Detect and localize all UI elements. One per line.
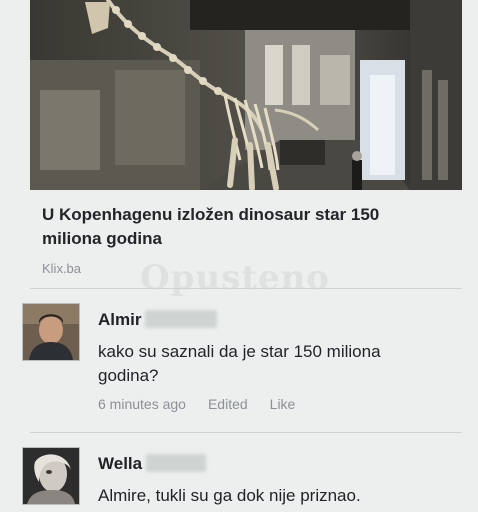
link-preview-image[interactable]	[30, 0, 462, 190]
person-photo-icon	[23, 448, 79, 504]
link-preview-source[interactable]: Klix.ba	[42, 261, 81, 276]
comment-meta: 6 minutes ago Edited Like	[98, 396, 317, 412]
like-button[interactable]: Like	[270, 396, 296, 412]
comment-author-first-name[interactable]: Wella	[98, 454, 142, 473]
person-photo-icon	[23, 304, 79, 360]
comment-author-name[interactable]: Wella	[98, 454, 207, 474]
link-preview-title[interactable]: U Kopenhagenu izložen dinosaur star 150 …	[42, 203, 442, 251]
comment-text: Almire, tukli su ga dok nije priznao.	[98, 486, 361, 505]
blurred-surname	[145, 310, 218, 328]
comment-text: kako su saznali da je star 150 miliona g…	[98, 342, 381, 385]
comment-author-first-name[interactable]: Almir	[98, 310, 141, 329]
blurred-surname	[146, 454, 207, 472]
watermark-logo: Opusteno	[140, 258, 330, 298]
avatar[interactable]	[22, 447, 80, 505]
avatar[interactable]	[22, 303, 80, 361]
post-divider	[30, 288, 462, 289]
dinosaur-museum-photo	[30, 0, 462, 190]
comment-divider	[30, 432, 462, 433]
comment-timestamp[interactable]: 6 minutes ago	[98, 396, 186, 412]
facebook-post-frame: U Kopenhagenu izložen dinosaur star 150 …	[0, 0, 478, 512]
comment-author-name[interactable]: Almir	[98, 310, 218, 330]
comment-edited-label[interactable]: Edited	[208, 396, 248, 412]
